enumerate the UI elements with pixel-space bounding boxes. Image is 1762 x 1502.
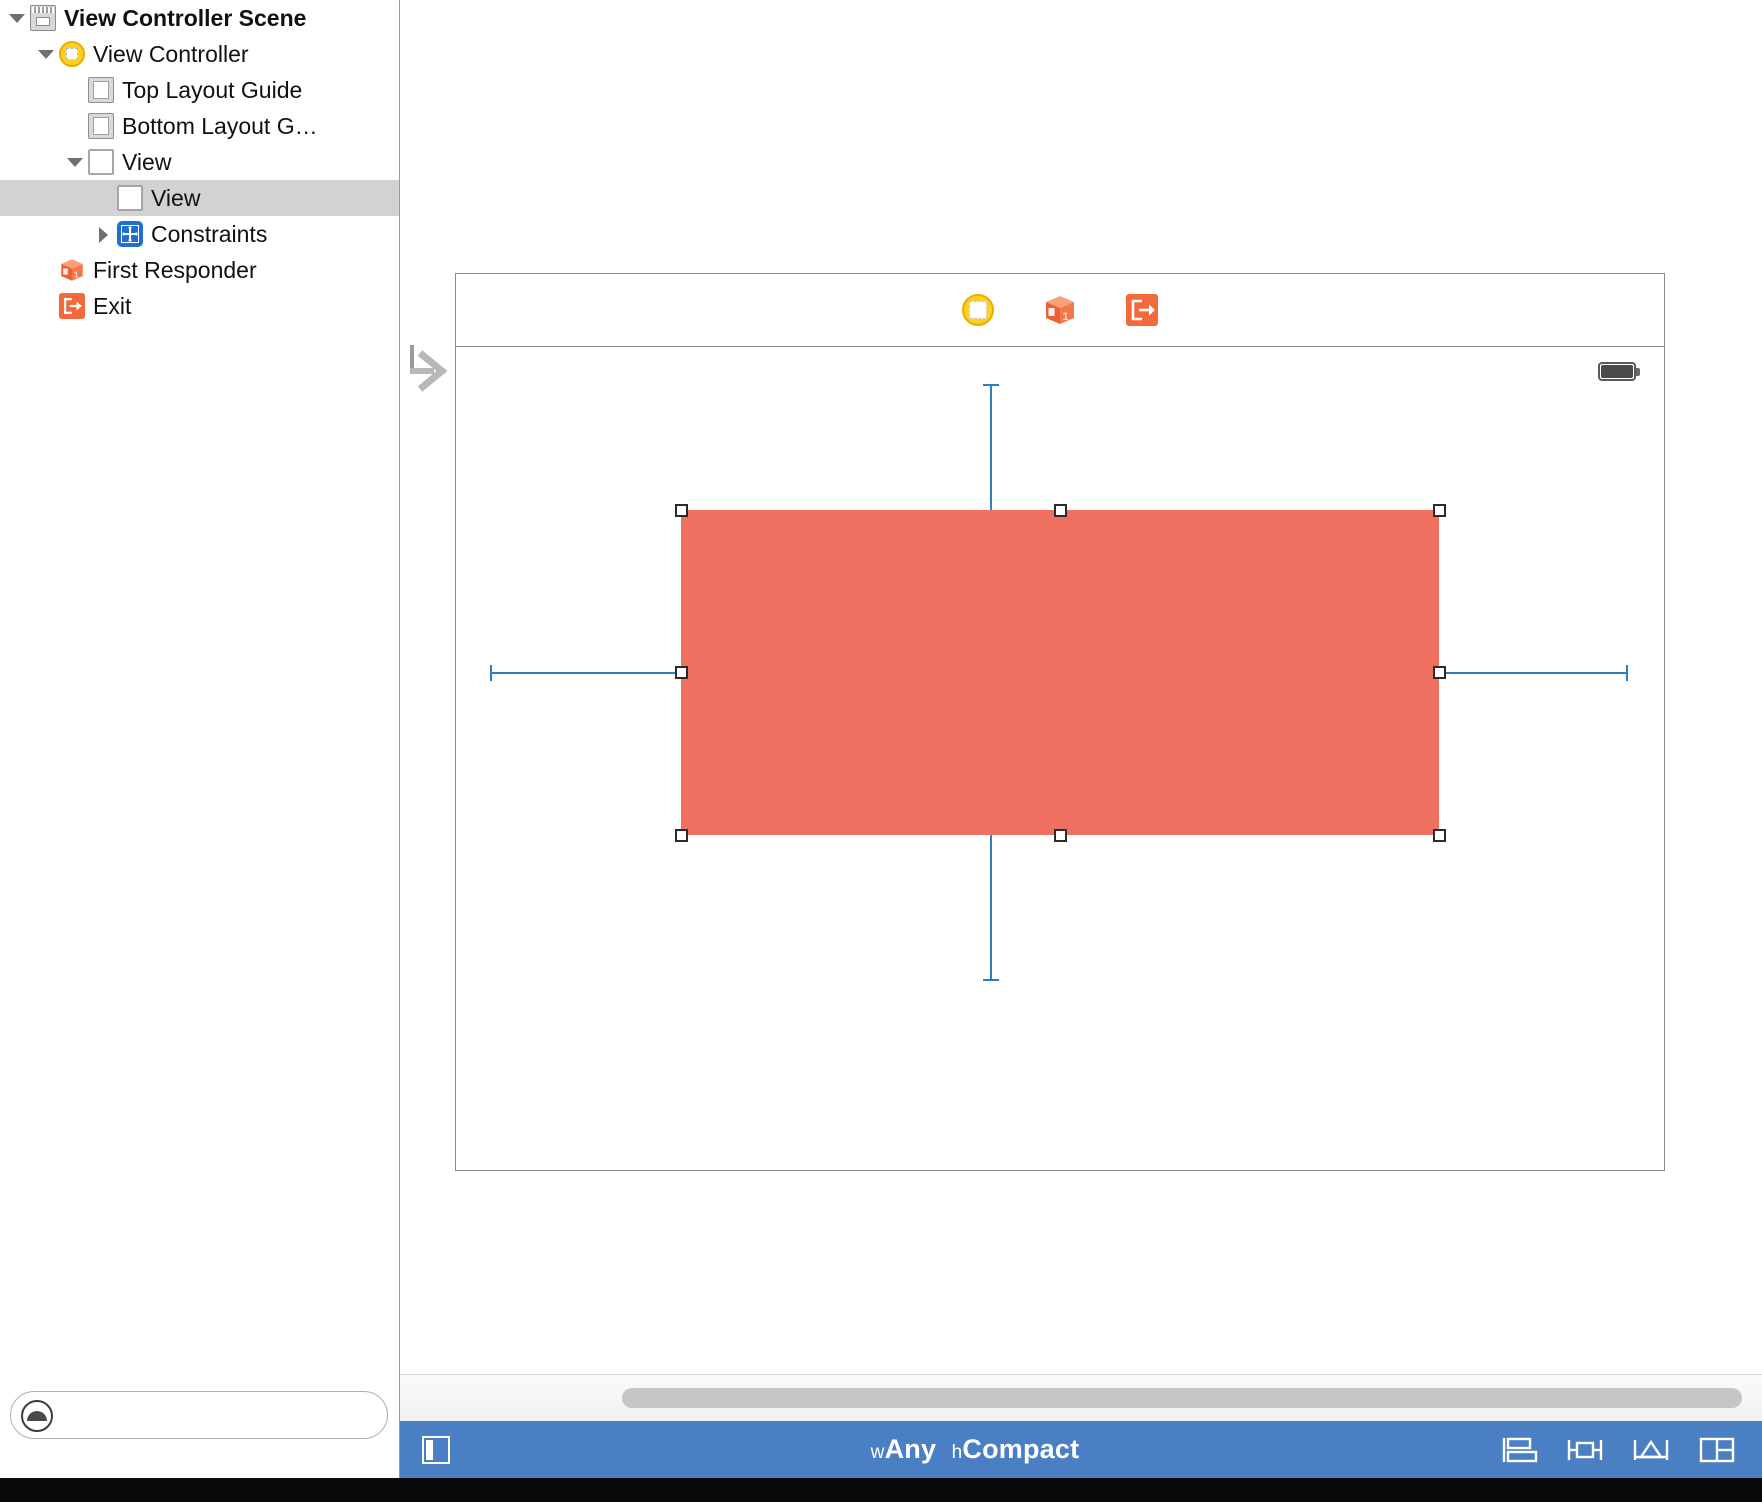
top-layout-guide-icon bbox=[88, 77, 114, 103]
outline-row-label: View bbox=[122, 148, 172, 175]
embed-in-stack-button[interactable] bbox=[1698, 1435, 1736, 1465]
svg-text:1: 1 bbox=[1063, 311, 1069, 323]
xcode-interface-builder-window: View Controller Scene View Controller Top … bbox=[0, 0, 1762, 1502]
disclosure-triangle-open-icon[interactable] bbox=[6, 7, 28, 29]
first-responder-icon: 1 bbox=[59, 257, 85, 283]
outline-row-label: View Controller Scene bbox=[64, 4, 307, 31]
initial-view-controller-arrow bbox=[408, 345, 454, 397]
view-controller-dock-icon[interactable] bbox=[961, 293, 995, 327]
outline-row-label: First Responder bbox=[93, 256, 257, 283]
window-bottom-edge bbox=[0, 1478, 1762, 1502]
selected-view[interactable] bbox=[681, 510, 1439, 835]
view-controller-icon bbox=[59, 41, 85, 67]
outline-row-label: View bbox=[151, 184, 201, 211]
disclosure-triangle-closed-icon[interactable] bbox=[93, 223, 115, 245]
resolve-issues-button[interactable] bbox=[1632, 1435, 1670, 1465]
outline-row[interactable]: View Controller bbox=[0, 36, 399, 72]
size-class-status-bar[interactable]: wAny hCompact bbox=[400, 1421, 1762, 1478]
document-outline-panel[interactable]: View Controller Scene View Controller Top … bbox=[0, 0, 400, 1421]
height-class-value: Compact bbox=[962, 1434, 1080, 1464]
outline-row[interactable]: Exit bbox=[0, 288, 399, 324]
outline-filter-field[interactable] bbox=[10, 1391, 388, 1439]
hide-show-filter-icon[interactable] bbox=[21, 1400, 53, 1432]
scrollbar-thumb[interactable] bbox=[622, 1388, 1742, 1408]
bottom-layout-guide-icon bbox=[88, 113, 114, 139]
width-class-prefix: w bbox=[870, 1442, 885, 1463]
trailing-constraint-line[interactable] bbox=[1437, 672, 1628, 674]
outline-row[interactable]: Constraints bbox=[0, 216, 399, 252]
scene-body[interactable] bbox=[456, 348, 1664, 1170]
top-constraint-line[interactable] bbox=[990, 385, 992, 511]
resize-handle-bottom-center[interactable] bbox=[1054, 829, 1067, 842]
scene-dock[interactable]: 1 bbox=[456, 274, 1664, 347]
resize-handle-bottom-right[interactable] bbox=[1433, 829, 1446, 842]
outline-row[interactable]: 1 First Responder bbox=[0, 252, 399, 288]
resize-handle-middle-left[interactable] bbox=[675, 666, 688, 679]
bottom-constraint-line[interactable] bbox=[990, 835, 992, 980]
outline-row-label: Top Layout Guide bbox=[122, 76, 303, 103]
top-constraint-cap bbox=[983, 384, 999, 386]
svg-text:1: 1 bbox=[74, 270, 79, 280]
outline-row-label: Exit bbox=[93, 292, 132, 319]
leading-constraint-line[interactable] bbox=[491, 672, 683, 674]
canvas-horizontal-scrollbar[interactable] bbox=[400, 1374, 1762, 1422]
view-icon bbox=[117, 185, 143, 211]
pin-button[interactable] bbox=[1566, 1435, 1604, 1465]
scene-icon bbox=[30, 5, 56, 31]
width-class-value: Any bbox=[884, 1434, 937, 1464]
size-class-label[interactable]: wAny hCompact bbox=[450, 1434, 1500, 1465]
first-responder-dock-icon[interactable]: 1 bbox=[1043, 293, 1077, 327]
bottom-constraint-cap bbox=[983, 979, 999, 981]
view-icon bbox=[88, 149, 114, 175]
battery-icon bbox=[1598, 362, 1640, 381]
outline-row[interactable]: View bbox=[0, 144, 399, 180]
view-controller-scene[interactable]: 1 bbox=[455, 273, 1665, 1171]
outline-row-label: View Controller bbox=[93, 40, 249, 67]
resize-handle-top-right[interactable] bbox=[1433, 504, 1446, 517]
outline-row[interactable]: View Controller Scene bbox=[0, 0, 399, 36]
align-button[interactable] bbox=[1500, 1435, 1538, 1465]
resize-handle-middle-right[interactable] bbox=[1433, 666, 1446, 679]
resize-handle-top-center[interactable] bbox=[1054, 504, 1067, 517]
disclosure-triangle-open-icon[interactable] bbox=[35, 43, 57, 65]
resize-handle-top-left[interactable] bbox=[675, 504, 688, 517]
outline-row[interactable]: Top Layout Guide bbox=[0, 72, 399, 108]
height-class-prefix: h bbox=[951, 1442, 963, 1463]
trailing-constraint-cap bbox=[1626, 665, 1628, 681]
exit-dock-icon[interactable] bbox=[1125, 293, 1159, 327]
resize-handle-bottom-left[interactable] bbox=[675, 829, 688, 842]
outline-row-label: Bottom Layout G… bbox=[122, 112, 318, 139]
outline-footer bbox=[0, 1391, 400, 1478]
storyboard-canvas[interactable]: 1 bbox=[400, 0, 1762, 1374]
outline-row[interactable]: Bottom Layout G… bbox=[0, 108, 399, 144]
outline-tree[interactable]: View Controller Scene View Controller Top … bbox=[0, 0, 399, 324]
outline-row[interactable]: View bbox=[0, 180, 399, 216]
exit-icon bbox=[59, 293, 85, 319]
constraints-icon bbox=[117, 221, 143, 247]
leading-constraint-cap bbox=[490, 665, 492, 681]
outline-row-label: Constraints bbox=[151, 220, 268, 247]
disclosure-triangle-open-icon[interactable] bbox=[64, 151, 86, 173]
view-as-device-button[interactable] bbox=[422, 1435, 450, 1464]
autolayout-button-group[interactable] bbox=[1500, 1435, 1736, 1465]
